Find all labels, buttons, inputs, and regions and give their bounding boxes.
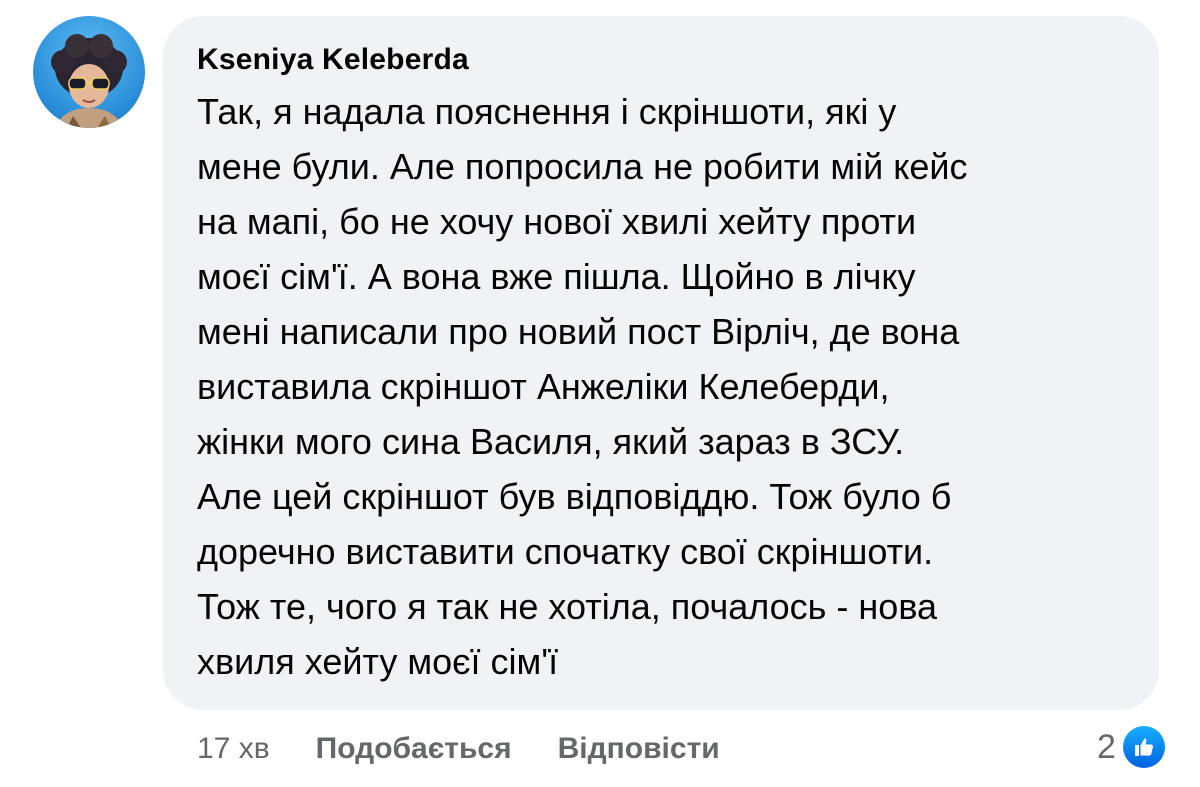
comment-actions: 17 хв Подобається Відповісти — [197, 726, 720, 772]
comment-text: Так, я надала пояснення і скріншоти, які… — [197, 84, 1129, 689]
comment-container: Kseniya Keleberda Так, я надала поясненн… — [0, 0, 1200, 787]
comment-author[interactable]: Kseniya Keleberda — [197, 42, 1129, 78]
reaction-count: 2 — [1097, 727, 1116, 766]
reactions-summary[interactable]: 2 — [1097, 722, 1168, 772]
comment-text-line: мені написали про новий пост Вірліч, де … — [197, 311, 960, 352]
comment-text-line: мене були. Але попросила не робити мій к… — [197, 146, 968, 187]
reply-button[interactable]: Відповісти — [558, 732, 720, 766]
comment-text-line: Але цей скріншот був відповіддю. Тож бул… — [197, 476, 952, 517]
comment-text-line: моєї сім'ї. А вона вже пішла. Щойно в лі… — [197, 256, 916, 297]
like-reaction-badge — [1119, 723, 1168, 771]
comment-text-line: виставила скріншот Анжеліки Келеберди, — [197, 366, 890, 407]
comment-text-line: жінки мого сина Василя, який зараз в ЗСУ… — [197, 421, 905, 462]
comment-text-line: хвиля хейту моєї сім'ї — [197, 641, 559, 682]
comment-timestamp[interactable]: 17 хв — [197, 732, 270, 766]
comment-bubble: Kseniya Keleberda Так, я надала поясненн… — [163, 16, 1159, 710]
comment-text-line: доречно виставити спочатку свої скріншот… — [197, 531, 934, 572]
thumbs-up-icon — [1122, 726, 1165, 768]
comment-text-line: Тож те, чого я так не хотіла, почалось -… — [197, 586, 938, 627]
avatar[interactable] — [33, 16, 145, 128]
like-button[interactable]: Подобається — [316, 732, 512, 766]
comment-text-line: на мапі, бо не хочу нової хвилі хейту пр… — [197, 201, 917, 242]
comment-text-line: Так, я надала пояснення і скріншоти, які… — [197, 91, 897, 132]
